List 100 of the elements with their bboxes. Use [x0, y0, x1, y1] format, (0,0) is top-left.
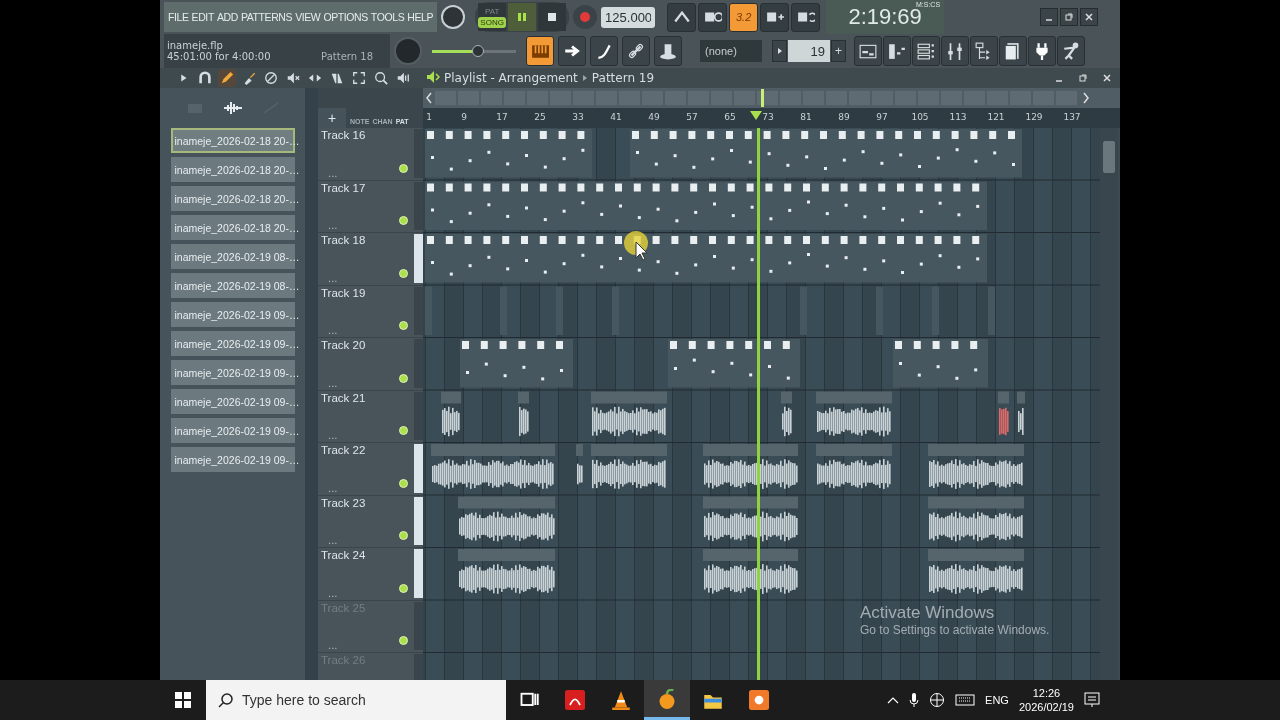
track-header[interactable]: Track 16 ... — [318, 128, 423, 181]
toolbar-button[interactable] — [558, 36, 586, 66]
track-name: Track 20 — [321, 339, 366, 351]
track-enable-toggle[interactable] — [399, 478, 408, 488]
window-button[interactable] — [1057, 36, 1085, 66]
track-header[interactable]: Track 18 ... — [318, 233, 423, 286]
toolbar-button[interactable] — [590, 36, 618, 66]
scrollbar-thumb[interactable] — [1103, 141, 1115, 173]
knob[interactable] — [441, 5, 466, 29]
track-header[interactable]: Track 20 ... — [318, 338, 423, 391]
picker-scrollbar[interactable] — [305, 88, 318, 680]
bar-number: 1 — [426, 112, 432, 122]
bar-number: 97 — [876, 112, 888, 122]
window-button[interactable] — [883, 36, 911, 66]
window-button[interactable] — [970, 36, 998, 66]
track-selector[interactable] — [414, 549, 423, 598]
language-indicator[interactable]: ENG — [985, 694, 1009, 706]
playlist-tool[interactable] — [262, 69, 280, 87]
track-name: Track 23 — [321, 496, 366, 509]
track-menu-dots[interactable]: ... — [328, 272, 338, 284]
pattern-breadcrumb[interactable]: Pattern 19 — [591, 71, 655, 85]
scroll-right-icon — [1080, 90, 1092, 106]
master-volume-slider[interactable] — [432, 45, 516, 57]
window-button[interactable] — [854, 36, 882, 66]
track-selector[interactable] — [414, 496, 423, 545]
track-menu-dots[interactable]: ... — [328, 167, 338, 179]
track-enable-toggle[interactable] — [399, 531, 408, 540]
menu-item[interactable]: VIEW — [295, 11, 321, 23]
track-enable-toggle[interactable] — [399, 373, 408, 383]
countdown-button[interactable]: 3.2 — [729, 2, 759, 32]
taskbar-clock[interactable]: 12:26 2026/02/19 — [1018, 686, 1074, 714]
track-menu-dots[interactable]: ... — [328, 640, 338, 651]
tool-button[interactable] — [791, 2, 821, 32]
pattern-menu-button[interactable] — [772, 40, 787, 62]
stop-icon — [547, 12, 558, 22]
track-menu-dots[interactable]: ... — [328, 482, 338, 494]
playlist-tool[interactable] — [372, 69, 390, 87]
window-button[interactable] — [941, 36, 969, 66]
menu-item[interactable]: FILE — [168, 11, 189, 23]
track-selector[interactable] — [414, 601, 423, 650]
timeline-ruler[interactable]: 1 9 17 25 33 41 49 57 65 73 81 89 97 105 113 121 129 137 — [423, 108, 1120, 128]
track-selector[interactable] — [414, 129, 423, 178]
track-selector[interactable] — [414, 181, 423, 230]
channel-rack-icon — [917, 42, 935, 60]
track-enable-toggle[interactable] — [399, 636, 408, 645]
track-header[interactable]: Track 24 ... — [318, 548, 423, 601]
bar-number: 89 — [838, 112, 850, 122]
menu-item[interactable]: HELP — [407, 11, 434, 23]
stop-button[interactable] — [538, 3, 567, 31]
toolbar-button[interactable] — [622, 36, 650, 66]
pattern-field[interactable]: 19 — [788, 40, 830, 62]
track-header[interactable]: Track 23 ... — [318, 495, 423, 548]
track-selector[interactable] — [414, 234, 423, 283]
vertical-scrollbar[interactable] — [1100, 128, 1118, 680]
track-selector[interactable] — [414, 444, 423, 493]
close-button[interactable] — [1080, 8, 1098, 26]
menu-item[interactable]: EDIT — [191, 11, 214, 23]
window-button[interactable] — [912, 36, 940, 66]
window-button[interactable] — [1028, 36, 1056, 66]
track-selector[interactable] — [414, 286, 423, 335]
menu-item[interactable]: TOOLS — [370, 11, 405, 23]
track-enable-toggle[interactable] — [399, 268, 408, 278]
track-enable-toggle[interactable] — [399, 216, 408, 225]
track-enable-toggle[interactable] — [399, 321, 408, 330]
menu-item[interactable]: OPTIONS — [323, 11, 368, 23]
waveform-icon — [222, 101, 243, 115]
track-header[interactable]: Track 17 ... — [318, 180, 423, 233]
tempo-field[interactable]: 125.000 — [601, 6, 656, 28]
playlist-tool[interactable] — [218, 69, 236, 87]
track-enable-toggle[interactable] — [399, 583, 408, 593]
menu-item[interactable]: ADD — [216, 11, 238, 23]
menu-item[interactable]: PATTERNS — [240, 11, 293, 23]
snap-dropdown[interactable]: (none) — [700, 40, 762, 62]
add-track-button[interactable]: + — [318, 108, 346, 128]
track-enable-toggle[interactable] — [399, 426, 408, 435]
taskbar-search-field[interactable]: Type here to search — [206, 680, 506, 720]
track-menu-dots[interactable]: ... — [328, 587, 338, 599]
toolbar-button[interactable] — [654, 36, 682, 66]
minimize-button[interactable] — [1040, 8, 1058, 26]
track-selector[interactable] — [414, 391, 423, 440]
track-header[interactable]: Track 19 ... — [318, 285, 423, 338]
track-menu-dots[interactable]: ... — [328, 220, 338, 231]
pat-song-toggle[interactable]: PAT SONG — [478, 3, 507, 31]
track-menu-dots[interactable]: ... — [328, 377, 338, 389]
track-header[interactable]: Track 22 ... — [318, 443, 423, 496]
track-selector[interactable] — [414, 339, 423, 388]
pause-button[interactable] — [508, 3, 537, 31]
window-button[interactable] — [999, 36, 1027, 66]
tool-button[interactable] — [698, 2, 728, 32]
track-header[interactable]: Track 21 ... — [318, 390, 423, 443]
track-menu-dots[interactable]: ... — [328, 535, 338, 546]
track-menu-dots[interactable]: ... — [328, 430, 338, 441]
toolbar-button[interactable] — [526, 36, 554, 66]
tool-button[interactable] — [667, 2, 697, 32]
tool-button[interactable] — [760, 2, 790, 32]
track-menu-dots[interactable]: ... — [328, 325, 338, 336]
playlist-tool[interactable] — [350, 69, 368, 87]
add-pattern-button[interactable]: + — [831, 40, 846, 62]
maximize-button[interactable] — [1060, 8, 1078, 26]
track-enable-toggle[interactable] — [399, 163, 408, 173]
